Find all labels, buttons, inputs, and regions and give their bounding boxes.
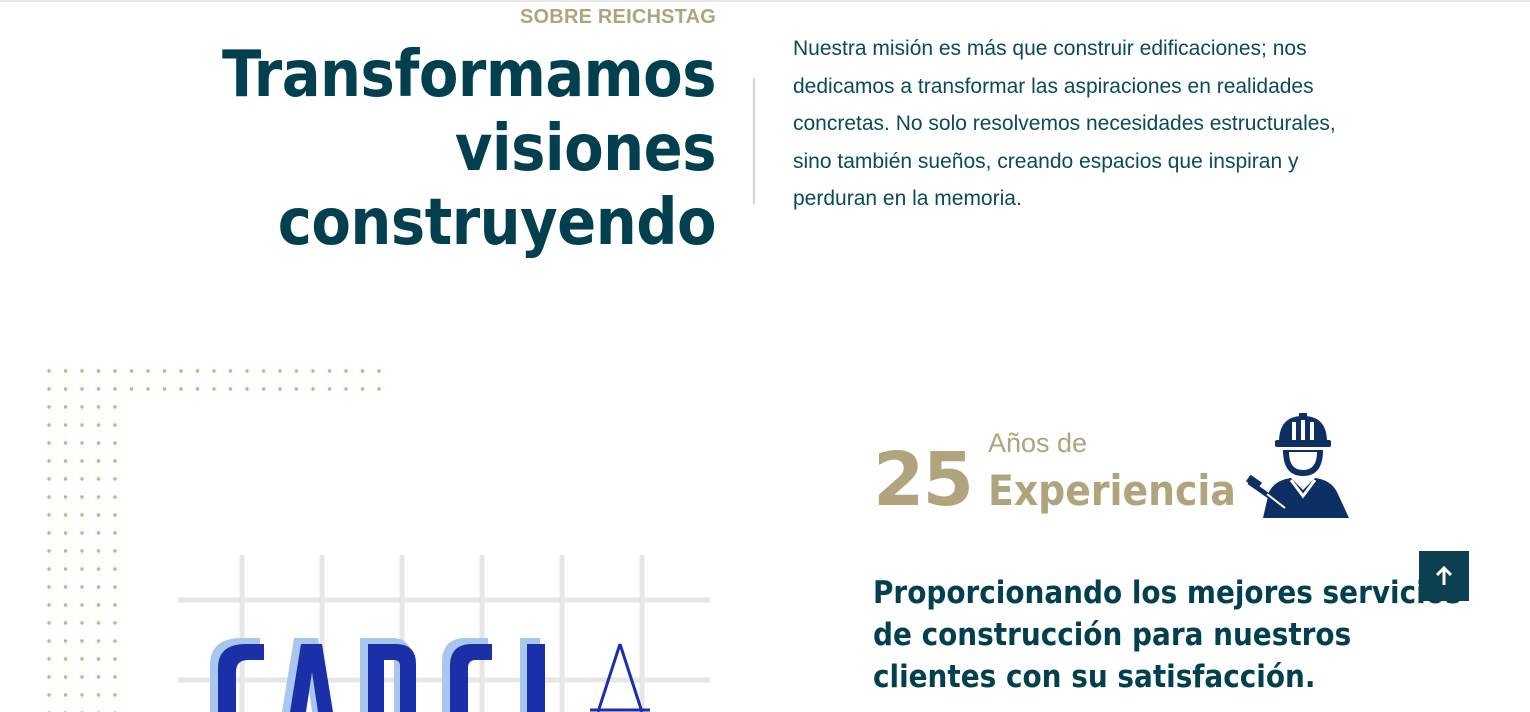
experience-title: Experiencia: [988, 466, 1236, 515]
years-label: Años de: [988, 428, 1088, 458]
headline-line-1: Transformamos: [222, 38, 716, 112]
headline-line-3: construyendo: [277, 186, 717, 260]
section-eyebrow: SOBRE REICHSTAG: [520, 6, 716, 28]
header-bottom-border: [0, 0, 1530, 2]
headline-line-2: visiones: [454, 112, 717, 186]
arrow-up-icon: [1435, 565, 1453, 585]
garcia-logo-grid-image: [170, 550, 715, 712]
page-title: Transformamos visiones construyendo: [156, 38, 716, 260]
construction-worker-icon: [1245, 410, 1353, 522]
years-count: 25: [873, 437, 974, 523]
mission-text: Nuestra misión es más que construir edif…: [793, 37, 1336, 210]
worker-svg: [1245, 413, 1349, 518]
vertical-divider: [753, 78, 755, 204]
services-text: Proporcionando los mejores servicios de …: [873, 575, 1462, 695]
back-to-top-button[interactable]: [1419, 551, 1469, 601]
garcia-logo-svg: [178, 555, 710, 712]
